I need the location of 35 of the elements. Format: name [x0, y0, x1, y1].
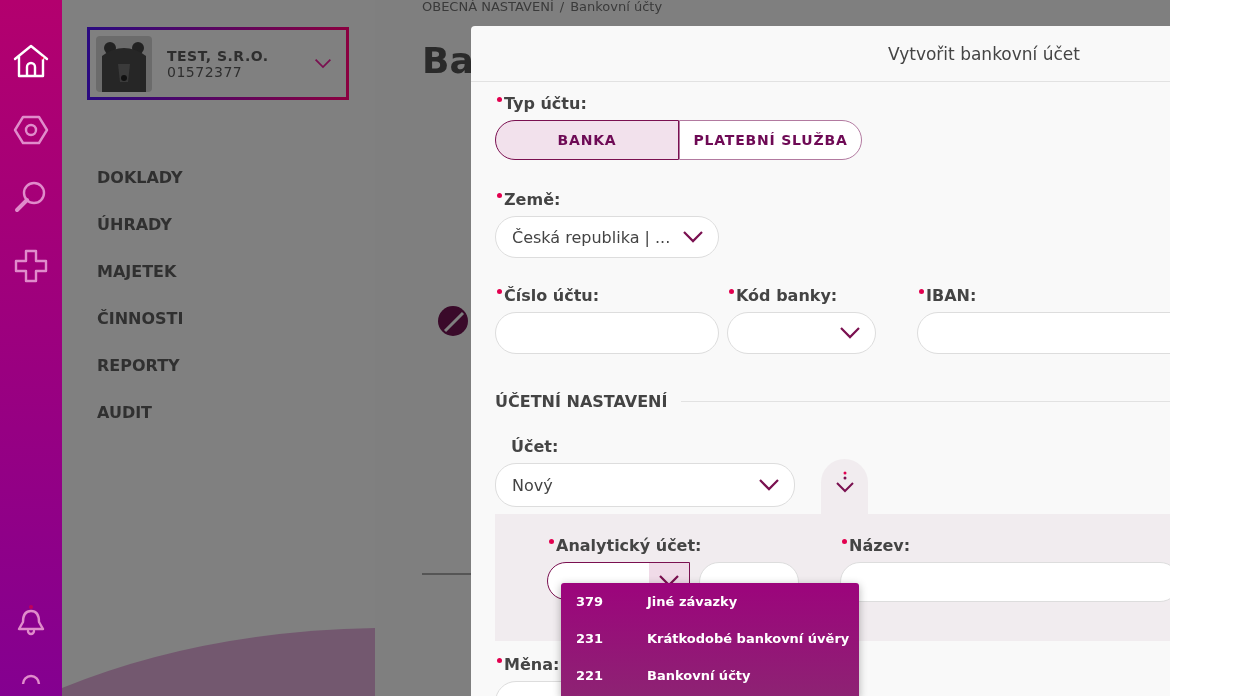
option-code: 221	[576, 668, 605, 683]
account-select[interactable]: Nový	[495, 463, 795, 507]
field-label: Analytický účet:	[547, 536, 799, 556]
page-title: Ba	[422, 40, 474, 81]
country-select[interactable]: Česká republika | ...	[495, 216, 719, 258]
breadcrumb-current: Bankovní účty	[570, 0, 663, 14]
nav-link[interactable]: ČINNOSTI	[97, 307, 375, 330]
breadcrumb-separator: /	[559, 0, 565, 14]
nav-link[interactable]: AUDIT	[97, 401, 375, 424]
account-type-tab[interactable]: BANKA	[495, 120, 679, 160]
dropdown-option[interactable]: 379 Jiné závazky	[561, 583, 859, 620]
field-label: IBAN:	[917, 286, 1170, 306]
dialog-title: Vytvořit bankovní účet	[888, 43, 1080, 64]
field-label: Název:	[840, 536, 1170, 556]
company-name: TEST, S.R.O.	[167, 47, 270, 64]
field-label: Typ účtu:	[495, 94, 1170, 114]
account-type-tab[interactable]: PLATEBNÍ SLUŽBA	[679, 120, 862, 160]
nav-link[interactable]: ÚHRADY	[97, 213, 375, 236]
dropdown-option[interactable]: 231 Krátkodobé bankovní úvěry	[561, 620, 859, 657]
option-name: Krátkodobé bankovní úvěry	[647, 631, 850, 646]
company-switcher[interactable]: TEST, S.R.O. 01572377	[87, 27, 349, 100]
field-label: Číslo účtu:	[495, 286, 727, 306]
option-name: Jiné závazky	[647, 594, 738, 609]
field-label: Země:	[495, 190, 1170, 210]
field-label: Účet:	[510, 437, 560, 457]
dropdown-option[interactable]: 221 Bankovní účty	[561, 657, 859, 694]
section-heading: ÚČETNÍ NASTAVENÍ	[495, 392, 668, 411]
option-name: Bankovní účty	[647, 668, 751, 683]
option-code: 231	[576, 631, 605, 646]
option-code: 379	[576, 594, 605, 609]
nav-link[interactable]: DOKLADY	[97, 166, 375, 189]
field-label: Kód banky:	[727, 286, 917, 306]
nav-link[interactable]: REPORTY	[97, 354, 375, 377]
company-id: 01572377	[167, 63, 244, 80]
nav-link[interactable]: MAJETEK	[97, 260, 375, 283]
